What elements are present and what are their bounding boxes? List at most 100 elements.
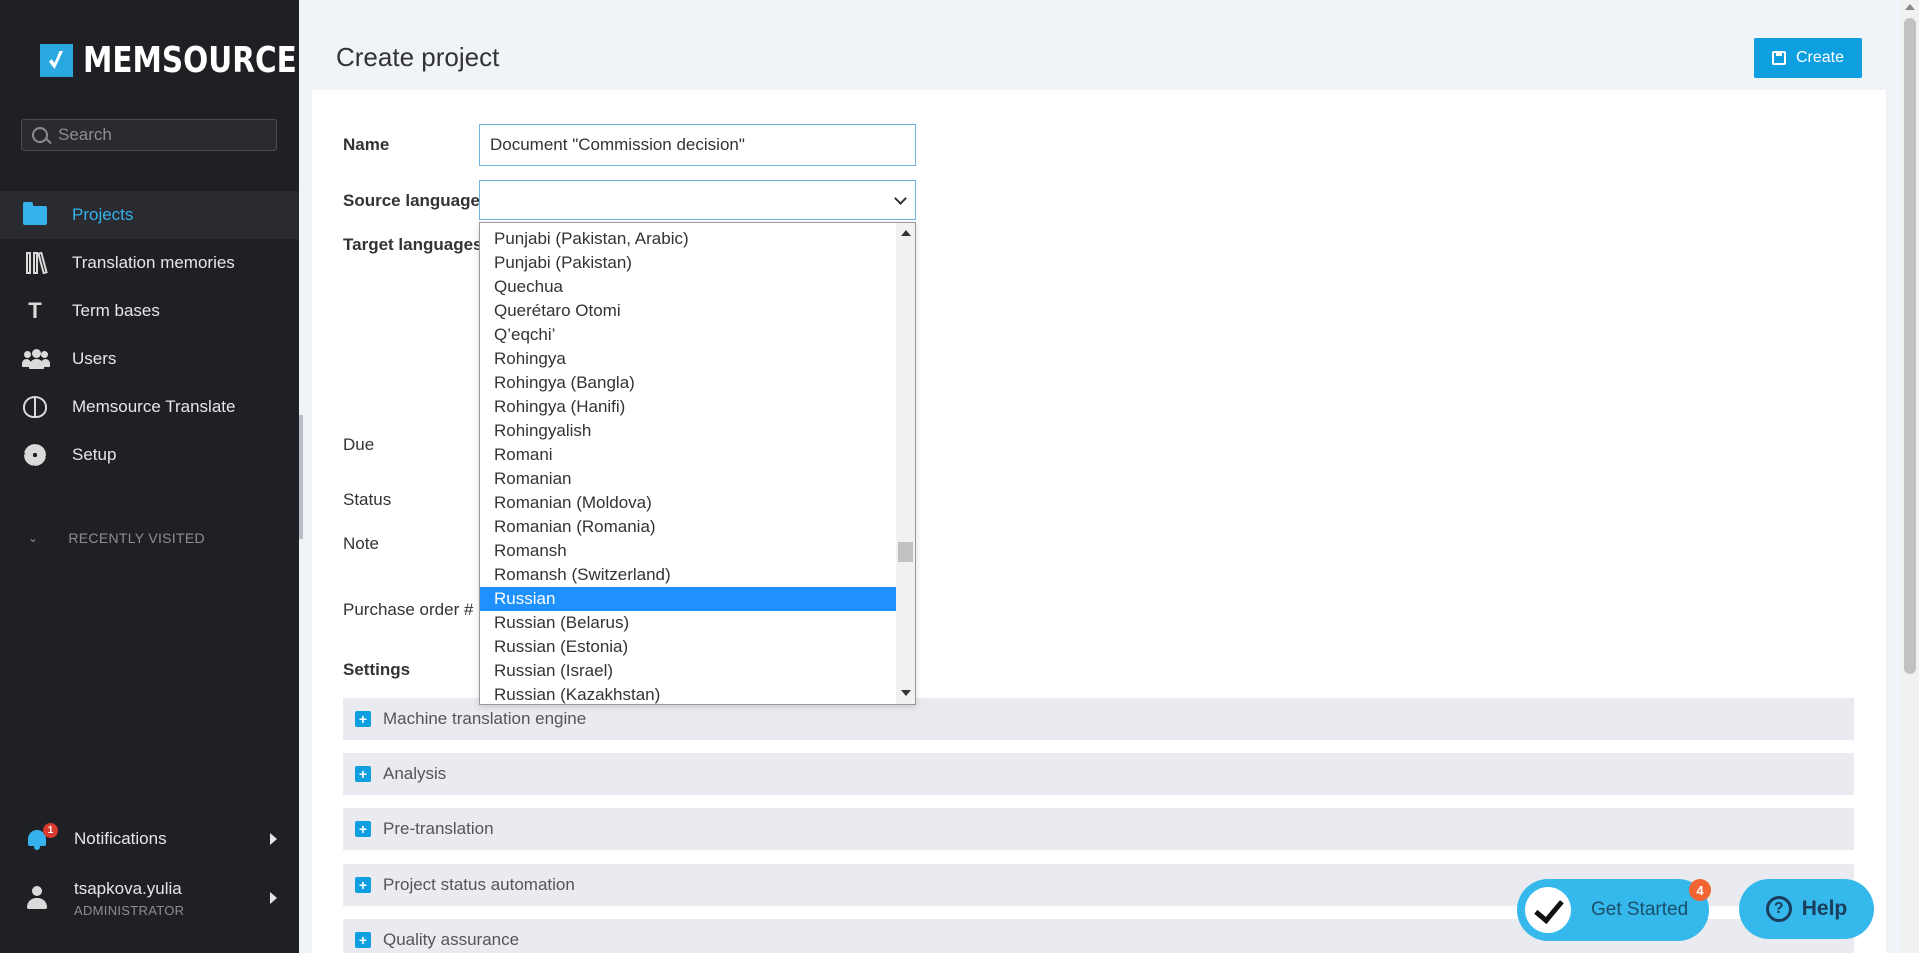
language-option[interactable]: Romansh: [480, 539, 896, 563]
sidebar-resize-handle[interactable]: [299, 415, 303, 539]
scroll-thumb[interactable]: [1904, 18, 1916, 674]
logo[interactable]: MEMSOURCE: [40, 40, 344, 81]
accordion-label: Analysis: [383, 764, 447, 783]
scroll-up-icon[interactable]: [901, 230, 911, 236]
scroll-up-icon[interactable]: [1905, 4, 1915, 10]
sidebar-item-term-bases[interactable]: T Term bases: [0, 287, 299, 335]
language-option[interactable]: Rohingya (Hanifi): [480, 395, 896, 419]
caret-right-icon: [270, 833, 277, 845]
save-icon: [1771, 51, 1786, 65]
accordion-label: Machine translation engine: [383, 709, 587, 728]
language-option[interactable]: Russian (Kazakhstan): [480, 683, 896, 704]
note-label: Note: [343, 534, 379, 553]
main-nav: Projects Translation memories T Term bas…: [0, 191, 299, 479]
chevron-down-icon: ⌄: [28, 531, 39, 545]
language-option[interactable]: Romansh (Switzerland): [480, 563, 896, 587]
name-label: Name: [343, 135, 390, 154]
source-language-label: Source language: [343, 191, 480, 210]
sidebar-item-label: Users: [72, 349, 117, 368]
language-option[interactable]: Punjabi (Pakistan): [480, 251, 896, 275]
language-option[interactable]: Romani: [480, 443, 896, 467]
sidebar-item-label: Setup: [72, 445, 117, 464]
user-name: tsapkova.yulia: [74, 878, 182, 898]
plus-icon: +: [355, 877, 371, 893]
language-option[interactable]: Rohingyalish: [480, 419, 896, 443]
plus-icon: +: [355, 711, 371, 727]
sidebar-item-label: Memsource Translate: [72, 397, 236, 416]
language-option[interactable]: Rohingya (Bangla): [480, 371, 896, 395]
sidebar-item-label: Translation memories: [72, 253, 235, 272]
accordion-pre-translation[interactable]: + Pre-translation: [343, 808, 1854, 850]
sidebar-item-projects[interactable]: Projects: [0, 191, 299, 239]
brand-name: MEMSOURCE: [83, 40, 297, 81]
folder-icon: [22, 201, 48, 228]
brain-icon: [22, 394, 48, 420]
recently-visited-label: RECENTLY VISITED: [68, 530, 205, 546]
language-option[interactable]: Rohingya: [480, 347, 896, 371]
scroll-thumb[interactable]: [898, 542, 913, 562]
get-started-button[interactable]: Get Started: [1517, 879, 1709, 941]
language-option[interactable]: Quechua: [480, 275, 896, 299]
user-icon: [26, 886, 48, 910]
books-icon: [22, 250, 48, 276]
accordion-label: Quality assurance: [383, 930, 520, 949]
status-label: Status: [343, 490, 392, 509]
language-option[interactable]: Querétaro Otomi: [480, 299, 896, 323]
recently-visited-toggle[interactable]: ⌄ RECENTLY VISITED: [28, 530, 205, 546]
create-button[interactable]: Create: [1754, 38, 1862, 78]
page-scrollbar[interactable]: [1901, 0, 1919, 953]
memsource-logo-icon: [40, 44, 73, 77]
source-language-dropdown[interactable]: Punjabi (Pakistan, Arabic) Punjabi (Pakis…: [479, 222, 916, 705]
text-icon: T: [28, 298, 42, 323]
name-field[interactable]: [479, 124, 916, 166]
accordion-label: Pre-translation: [383, 819, 494, 838]
source-language-select[interactable]: [479, 180, 916, 220]
search-icon: [32, 127, 48, 143]
get-started-label: Get Started: [1591, 899, 1689, 920]
language-option[interactable]: Russian (Estonia): [480, 635, 896, 659]
sidebar-item-translation-memories[interactable]: Translation memories: [0, 239, 299, 287]
settings-title: Settings: [343, 660, 411, 679]
target-languages-label: Target languages: [343, 235, 483, 254]
notifications-label: Notifications: [74, 829, 167, 848]
caret-right-icon: [270, 892, 277, 904]
checkmark-icon: [1525, 887, 1571, 933]
sidebar-item-label: Projects: [72, 205, 134, 224]
language-option[interactable]: Russian (Israel): [480, 659, 896, 683]
users-icon: [22, 346, 50, 372]
language-option[interactable]: Romanian (Moldova): [480, 491, 896, 515]
user-menu[interactable]: tsapkova.yulia ADMINISTRATOR: [0, 870, 299, 926]
dropdown-scrollbar[interactable]: [896, 223, 915, 704]
purchase-order-label: Purchase order #: [343, 600, 474, 619]
chevron-down-icon: [894, 192, 907, 205]
language-option[interactable]: Romanian (Romania): [480, 515, 896, 539]
language-option[interactable]: Romanian: [480, 467, 896, 491]
plus-icon: +: [355, 766, 371, 782]
accordion-label: Project status automation: [383, 875, 575, 894]
question-icon: ?: [1765, 896, 1792, 922]
search-box[interactable]: [21, 119, 277, 151]
sidebar-item-memsource-translate[interactable]: Memsource Translate: [0, 383, 299, 431]
language-options: Punjabi (Pakistan, Arabic) Punjabi (Pakis…: [480, 227, 896, 704]
language-option[interactable]: Q’eqchi’: [480, 323, 896, 347]
sidebar: MEMSOURCE Projects Translation memories …: [0, 0, 299, 953]
due-label: Due: [343, 435, 375, 454]
gear-icon: [22, 442, 48, 468]
language-option[interactable]: Punjabi (Pakistan, Arabic): [480, 227, 896, 251]
get-started-badge: 4: [1689, 879, 1711, 901]
search-input[interactable]: [58, 125, 258, 145]
plus-icon: +: [355, 932, 371, 948]
scroll-down-icon[interactable]: [901, 690, 911, 696]
notifications-badge: 1: [43, 823, 58, 838]
help-button[interactable]: ? Help: [1739, 879, 1874, 939]
sidebar-item-label: Term bases: [72, 301, 160, 320]
plus-icon: +: [355, 821, 371, 837]
language-option[interactable]: Russian: [480, 587, 896, 611]
help-label: Help: [1801, 897, 1848, 920]
language-option[interactable]: Russian (Belarus): [480, 611, 896, 635]
sidebar-item-users[interactable]: Users: [0, 335, 299, 383]
user-role: ADMINISTRATOR: [74, 902, 185, 918]
create-button-label: Create: [1795, 49, 1845, 66]
sidebar-item-setup[interactable]: Setup: [0, 431, 299, 479]
accordion-analysis[interactable]: + Analysis: [343, 753, 1854, 795]
